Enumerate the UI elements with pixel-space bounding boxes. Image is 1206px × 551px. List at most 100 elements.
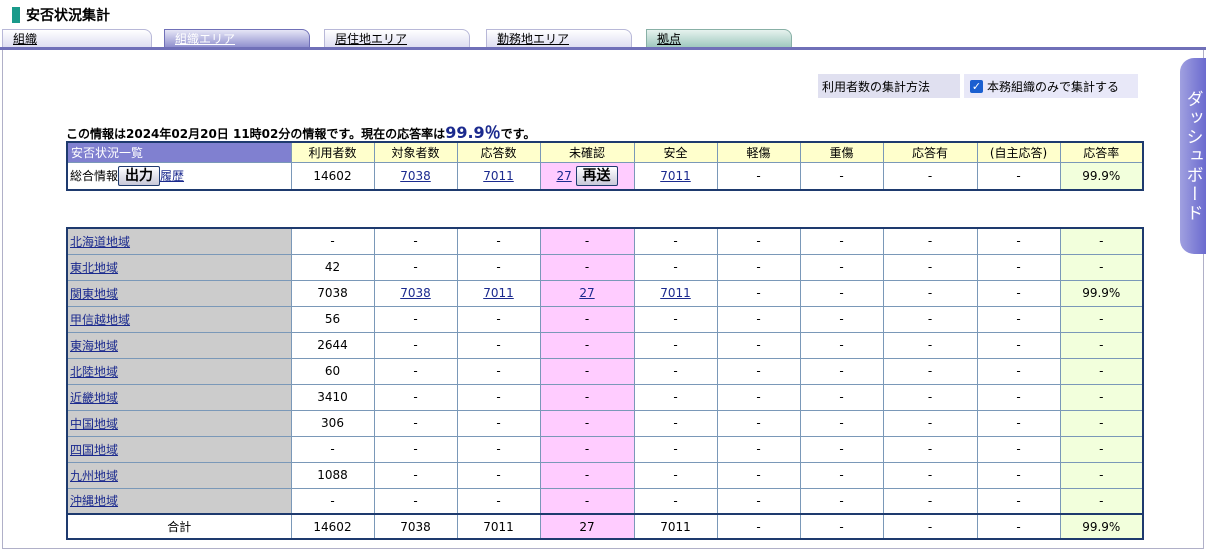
region-name-link[interactable]: 中国地域 — [70, 417, 118, 431]
region-targets-cell: - — [373, 383, 458, 411]
region-unconfirmed-link[interactable]: 27 — [579, 286, 594, 300]
region-responses-link[interactable]: 7011 — [483, 286, 514, 300]
region-name-cell: 東北地域 — [66, 253, 292, 281]
region-users-cell: 306 — [290, 409, 375, 437]
total-safe: 7011 — [633, 513, 718, 540]
region-name-link[interactable]: 北陸地域 — [70, 365, 118, 379]
summary-safe-link[interactable]: 7011 — [660, 169, 691, 183]
region-name-link[interactable]: 北海道地域 — [70, 235, 130, 249]
tab-organization-area[interactable]: 組織エリア — [164, 29, 310, 48]
region-targets-cell: - — [373, 461, 458, 489]
region-name-link[interactable]: 関東地域 — [70, 287, 118, 301]
tab-residence-area[interactable]: 居住地エリア — [324, 29, 470, 48]
region-unconfirmed-cell: 27 — [539, 279, 635, 307]
region-unconfirmed-cell: - — [539, 357, 635, 385]
region-users-cell: 42 — [290, 253, 375, 281]
region-safe-cell: - — [633, 227, 718, 255]
aggregation-setting: 利用者数の集計方法 ✓ 本務組織のみで集計する — [818, 74, 1138, 98]
summary-table: 安否状況一覧 利用者数 対象者数 応答数 未確認 安全 軽傷 重傷 応答有 (自… — [66, 141, 1144, 191]
summary-responded: - — [882, 161, 978, 191]
region-users-cell: - — [290, 435, 375, 463]
output-button[interactable]: 出力 — [118, 165, 161, 186]
region-rate-cell: - — [1059, 331, 1144, 359]
region-rate-cell: - — [1059, 227, 1144, 255]
total-targets: 7038 — [373, 513, 458, 540]
tab-organization[interactable]: 組織 — [2, 29, 152, 48]
checkbox-checked-icon[interactable]: ✓ — [970, 79, 983, 93]
total-minor: - — [716, 513, 801, 540]
region-voluntary-cell: - — [976, 461, 1061, 489]
region-rate-cell: - — [1059, 487, 1144, 515]
header-overview: 安否状況一覧 — [66, 141, 292, 163]
region-serious-cell: - — [799, 357, 884, 385]
total-responded: - — [882, 513, 978, 540]
total-users: 14602 — [290, 513, 375, 540]
region-name-link[interactable]: 沖縄地域 — [70, 494, 118, 508]
page-title: 安否状況集計 — [26, 8, 110, 24]
region-minor-cell: - — [716, 331, 801, 359]
header-responses: 応答数 — [456, 141, 541, 163]
tab-workplace-area[interactable]: 勤務地エリア — [486, 29, 632, 48]
region-safe-cell: - — [633, 253, 718, 281]
region-responses-cell: - — [456, 357, 541, 385]
region-responses-cell: - — [456, 487, 541, 515]
region-targets-link[interactable]: 7038 — [400, 286, 431, 300]
region-responses-cell: - — [456, 435, 541, 463]
region-name-link[interactable]: 東海地域 — [70, 339, 118, 353]
total-unconfirmed: 27 — [539, 513, 635, 540]
region-name-link[interactable]: 甲信越地域 — [70, 313, 130, 327]
table-row: 近畿地域 3410- - - - - - - - - — [66, 383, 1144, 411]
region-unconfirmed-cell: - — [539, 383, 635, 411]
region-name-link[interactable]: 東北地域 — [70, 261, 118, 275]
summary-minor: - — [716, 161, 801, 191]
region-rate-cell: - — [1059, 383, 1144, 411]
header-voluntary: (自主応答) — [976, 141, 1061, 163]
table-row: 関東地域 7038 7038 7011 27 7011- - - -99.9% — [66, 279, 1144, 307]
region-serious-cell: - — [799, 383, 884, 411]
info-suffix: です。 — [500, 127, 536, 141]
region-serious-cell: - — [799, 227, 884, 255]
region-rate-cell: - — [1059, 357, 1144, 385]
total-voluntary: - — [976, 513, 1061, 540]
region-name-link[interactable]: 九州地域 — [70, 469, 118, 483]
region-voluntary-cell: - — [976, 331, 1061, 359]
title-marker — [12, 7, 20, 23]
table-row: 九州地域 1088- - - - - - - - - — [66, 461, 1144, 489]
dashboard-tab[interactable]: ダッシュボード — [1180, 58, 1206, 254]
region-users-cell: 60 — [290, 357, 375, 385]
aggregation-option[interactable]: ✓ 本務組織のみで集計する — [964, 74, 1138, 98]
tab-base[interactable]: 拠点 — [646, 29, 792, 48]
summary-unconfirmed-link[interactable]: 27 — [556, 169, 571, 183]
region-voluntary-cell: - — [976, 487, 1061, 515]
tab-bar: 組織 組織エリア 居住地エリア 勤務地エリア 拠点 — [0, 29, 1206, 49]
region-targets-cell: - — [373, 409, 458, 437]
summary-targets-link[interactable]: 7038 — [400, 169, 431, 183]
region-users-cell: 7038 — [290, 279, 375, 307]
resend-button[interactable]: 再送 — [575, 165, 618, 186]
summary-users: 14602 — [290, 161, 375, 191]
region-safe-cell: - — [633, 305, 718, 333]
summary-label-cell: 総合情報 出力 履歴 — [66, 161, 292, 191]
region-safe-link[interactable]: 7011 — [660, 286, 691, 300]
region-name-cell: 四国地域 — [66, 435, 292, 463]
region-name-link[interactable]: 近畿地域 — [70, 391, 118, 405]
region-safe-cell: - — [633, 409, 718, 437]
summary-responses-link[interactable]: 7011 — [483, 169, 514, 183]
region-minor-cell: - — [716, 227, 801, 255]
region-responded-cell: - — [882, 357, 978, 385]
history-link[interactable]: 履歴 — [160, 169, 184, 183]
table-row: 甲信越地域 56- - - - - - - - - — [66, 305, 1144, 333]
region-safe-cell: - — [633, 357, 718, 385]
region-safe-cell: 7011 — [633, 279, 718, 307]
region-name-cell: 北陸地域 — [66, 357, 292, 385]
header-safe: 安全 — [633, 141, 718, 163]
region-serious-cell: - — [799, 461, 884, 489]
region-serious-cell: - — [799, 305, 884, 333]
region-responses-cell: - — [456, 305, 541, 333]
region-voluntary-cell: - — [976, 253, 1061, 281]
region-name-cell: 北海道地域 — [66, 227, 292, 255]
summary-header-row: 安否状況一覧 利用者数 対象者数 応答数 未確認 安全 軽傷 重傷 応答有 (自… — [66, 141, 1144, 163]
region-users-cell: 56 — [290, 305, 375, 333]
region-name-link[interactable]: 四国地域 — [70, 443, 118, 457]
region-responses-cell: - — [456, 331, 541, 359]
